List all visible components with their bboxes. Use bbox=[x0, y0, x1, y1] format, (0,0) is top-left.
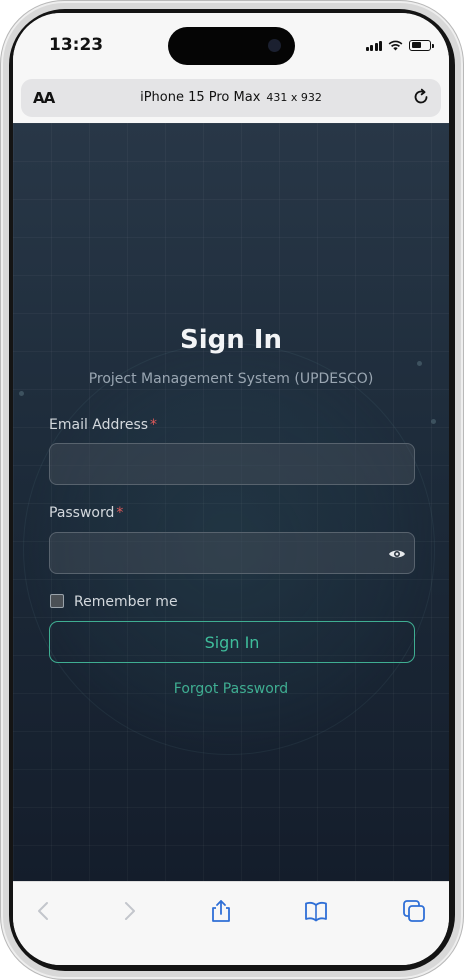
device-screen: 13:23 AA iPhone 15 Pro Max 431 x 932 Sig… bbox=[13, 13, 449, 965]
wifi-icon bbox=[388, 40, 403, 50]
password-label: Password * bbox=[49, 505, 123, 521]
signin-button[interactable]: Sign In bbox=[49, 621, 415, 663]
share-icon[interactable] bbox=[208, 898, 234, 924]
password-label-text: Password bbox=[49, 505, 115, 521]
reload-icon[interactable] bbox=[411, 87, 431, 107]
network-node-decoration bbox=[19, 391, 24, 396]
status-time: 13:23 bbox=[49, 35, 104, 55]
web-content: Sign In Project Management System (UPDES… bbox=[13, 123, 449, 881]
device-label: iPhone 15 Pro Max 431 x 932 bbox=[21, 90, 441, 105]
email-field[interactable] bbox=[49, 443, 415, 485]
cellular-signal-icon bbox=[365, 40, 382, 51]
forgot-password-link[interactable]: Forgot Password bbox=[13, 681, 449, 697]
show-password-icon[interactable] bbox=[388, 545, 406, 563]
email-label: Email Address * bbox=[49, 417, 157, 433]
bookmarks-icon[interactable] bbox=[303, 898, 329, 924]
remember-me-label: Remember me bbox=[74, 594, 178, 610]
front-camera-icon bbox=[268, 39, 281, 52]
dynamic-island bbox=[168, 27, 295, 65]
address-bar[interactable]: AA iPhone 15 Pro Max 431 x 932 bbox=[21, 79, 441, 117]
signin-title: Sign In bbox=[180, 325, 282, 355]
email-label-text: Email Address bbox=[49, 417, 149, 433]
battery-icon bbox=[409, 39, 434, 51]
system-subtitle: Project Management System (UPDESCO) bbox=[88, 371, 374, 387]
required-marker: * bbox=[150, 417, 158, 433]
back-icon[interactable] bbox=[31, 898, 57, 924]
remember-me-checkbox[interactable] bbox=[50, 594, 64, 608]
required-marker: * bbox=[116, 505, 124, 521]
status-bar: 13:23 bbox=[13, 13, 449, 77]
device-name: iPhone 15 Pro Max bbox=[140, 90, 261, 105]
device-dimensions: 431 x 932 bbox=[266, 91, 322, 104]
network-node-decoration bbox=[417, 361, 422, 366]
browser-toolbar bbox=[13, 881, 449, 965]
status-icons bbox=[365, 38, 434, 52]
password-field[interactable] bbox=[49, 532, 415, 574]
forward-icon[interactable] bbox=[116, 898, 142, 924]
tabs-icon[interactable] bbox=[401, 898, 427, 924]
network-node-decoration bbox=[431, 419, 436, 424]
